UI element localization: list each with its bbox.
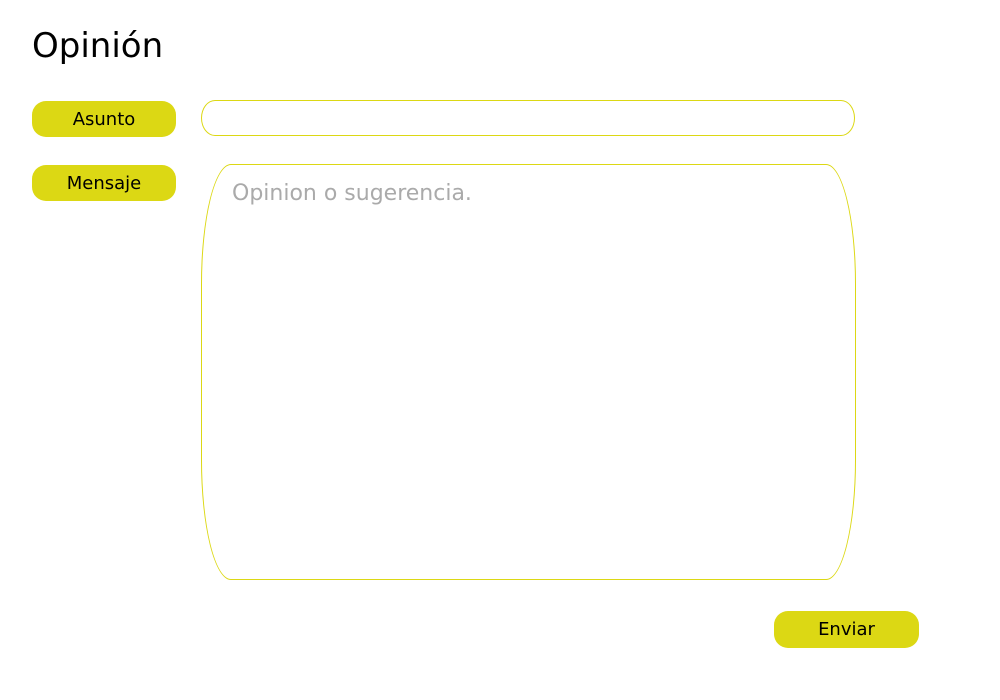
page-title: Opinión	[32, 26, 164, 66]
subject-input[interactable]	[201, 100, 855, 136]
message-textarea[interactable]	[201, 164, 856, 580]
subject-label: Asunto	[32, 101, 176, 137]
send-button[interactable]: Enviar	[774, 611, 919, 648]
message-label: Mensaje	[32, 165, 176, 201]
